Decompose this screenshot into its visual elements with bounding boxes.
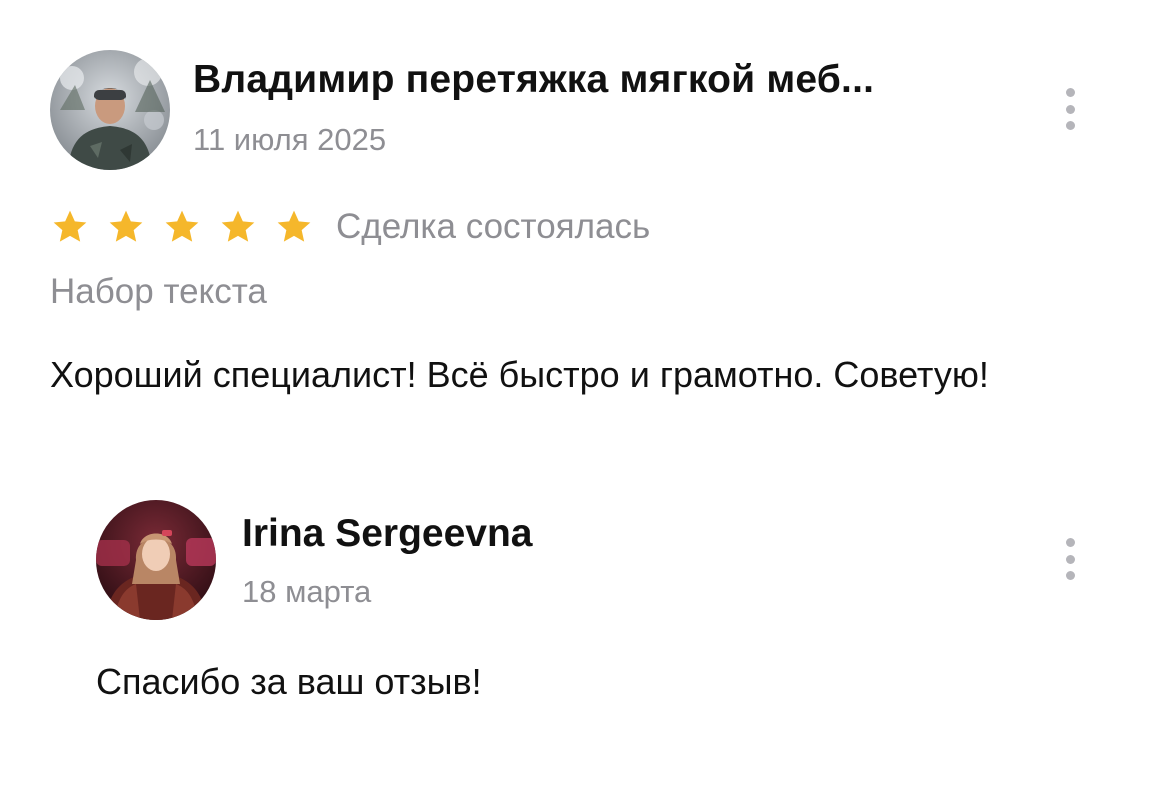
reply-text: Спасибо за ваш отзыв! xyxy=(96,661,482,702)
review-card: Владимир перетяжка мягкой меб... 11 июля… xyxy=(0,0,1170,480)
menu-dot xyxy=(1065,121,1075,130)
star-icon xyxy=(109,210,143,242)
review-author-avatar[interactable] xyxy=(50,50,170,170)
review-author-name[interactable]: Владимир перетяжка мягкой меб... xyxy=(193,58,1043,102)
avatar-photo xyxy=(50,50,170,170)
avatar-photo xyxy=(96,500,216,620)
menu-dot xyxy=(1065,554,1075,564)
deal-status: Сделка состоялась xyxy=(336,207,651,246)
menu-dot xyxy=(1065,88,1075,97)
review-rating: Сделка состоялась xyxy=(50,204,650,250)
star-icon xyxy=(53,210,87,242)
review-service: Набор текста xyxy=(50,272,267,311)
menu-dot xyxy=(1065,571,1075,580)
star-icon xyxy=(277,210,311,242)
reply-author-name[interactable]: Irina Sergeevna xyxy=(242,512,532,556)
reply-date: 18 марта xyxy=(242,574,372,609)
review-date: 11 июля 2025 xyxy=(193,122,387,157)
reply-more-menu-icon[interactable] xyxy=(1060,538,1080,580)
star-rating xyxy=(50,207,330,247)
review-more-menu-icon[interactable] xyxy=(1060,88,1080,130)
star-icon xyxy=(221,210,255,242)
reply-author-avatar[interactable] xyxy=(96,500,216,620)
review-text: Хороший специалист! Всё быстро и грамотн… xyxy=(50,354,989,395)
star-icon xyxy=(165,210,199,242)
menu-dot xyxy=(1065,104,1075,114)
menu-dot xyxy=(1065,538,1075,547)
